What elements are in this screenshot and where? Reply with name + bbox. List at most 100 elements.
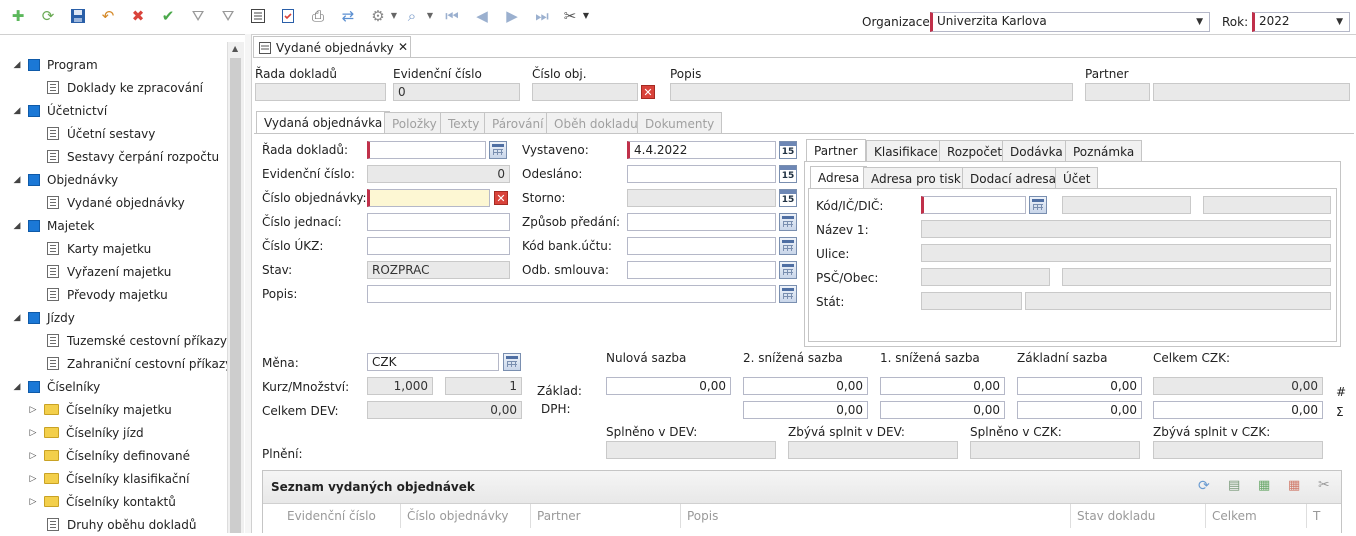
calendar-icon[interactable] xyxy=(779,237,797,255)
collapsed-arrow-icon[interactable]: ▷ xyxy=(28,405,38,415)
clear-icon[interactable]: ✕ xyxy=(494,191,508,205)
tab-parovani[interactable]: Párování xyxy=(484,112,552,134)
grid-column-header-cell[interactable]: Evidenční číslo xyxy=(281,504,401,528)
sidebar-item-ciselniky[interactable]: ◢ Číselníky xyxy=(0,375,237,398)
dph-zakladni-field[interactable]: 0,00 xyxy=(1017,401,1142,419)
tab-poznamka[interactable]: Poznámka xyxy=(1065,140,1143,162)
tab-polozky[interactable]: Položky xyxy=(384,112,445,134)
tab-vydana-objednavka[interactable]: Vydaná objednávka xyxy=(256,111,391,134)
tab-adresa-pro-tisk[interactable]: Adresa pro tisk xyxy=(863,167,969,189)
calendar-15-icon[interactable]: 15 xyxy=(779,189,797,207)
prev-icon[interactable]: ◀ xyxy=(472,6,492,26)
filter-clear-icon[interactable]: ⛛ xyxy=(218,6,238,26)
grid-column-header-cell[interactable]: Celkem xyxy=(1206,504,1307,528)
chevron-down-icon[interactable]: ▼ xyxy=(576,6,596,26)
delete-icon[interactable]: ✖ xyxy=(128,6,148,26)
dph-druha-field[interactable]: 0,00 xyxy=(743,401,868,419)
calendar-icon[interactable] xyxy=(489,141,507,159)
first-icon[interactable]: ⏮ xyxy=(442,6,462,26)
filter-icon[interactable]: ⛛ xyxy=(188,6,208,26)
sidebar-item-ucetnictvi[interactable]: ◢ Účetnictví xyxy=(0,99,237,122)
grid-column-header-cell[interactable]: Partner xyxy=(531,504,681,528)
kod-bank-field[interactable] xyxy=(627,237,776,255)
tab-ucet[interactable]: Účet xyxy=(1055,167,1099,189)
expanded-arrow-icon[interactable]: ◢ xyxy=(12,60,22,70)
expanded-arrow-icon[interactable]: ◢ xyxy=(12,221,22,231)
sidebar-item-ciselniky-definovane[interactable]: ▷ Číselníky definované xyxy=(0,444,253,467)
sidebar-item-ciselniky-kontaktu[interactable]: ▷ Číselníky kontaktů xyxy=(0,490,253,513)
calendar-15-icon[interactable]: 15 xyxy=(779,141,797,159)
ukz-field[interactable] xyxy=(367,237,510,255)
chevron-down-icon[interactable]: ▼ xyxy=(420,6,440,26)
expanded-arrow-icon[interactable]: ◢ xyxy=(12,313,22,323)
tab-adresa[interactable]: Adresa xyxy=(810,166,868,189)
zaklad-zakladni-field[interactable]: 0,00 xyxy=(1017,377,1142,395)
zpusob-field[interactable] xyxy=(627,213,776,231)
delete-row-icon[interactable]: ▦ xyxy=(1288,478,1300,493)
close-icon[interactable]: ✕ xyxy=(398,40,408,54)
tab-obeh-dokladu[interactable]: Oběh dokladu xyxy=(546,112,646,134)
tab-dodavka[interactable]: Dodávka xyxy=(1002,140,1071,162)
add-icon[interactable]: ✚ xyxy=(8,6,28,26)
splitter[interactable] xyxy=(245,34,252,533)
dph-celkem-field[interactable]: 0,00 xyxy=(1153,401,1323,419)
collapsed-arrow-icon[interactable]: ▷ xyxy=(28,474,38,484)
print-icon[interactable]: ⎙ xyxy=(308,6,328,26)
tab-dokumenty[interactable]: Dokumenty xyxy=(637,112,723,134)
list-icon[interactable] xyxy=(248,6,268,26)
sidebar-item-program[interactable]: ◢ Program xyxy=(0,53,237,76)
smlouva-field[interactable] xyxy=(627,261,776,279)
zaklad-druha-field[interactable]: 0,00 xyxy=(743,377,868,395)
check-icon[interactable]: ✔ xyxy=(158,6,178,26)
org-select[interactable]: Univerzita Karlova ▼ xyxy=(930,12,1210,32)
refresh-icon[interactable]: ⟳ xyxy=(1198,478,1210,494)
document-tab[interactable]: Vydané objednávky ✕ xyxy=(253,36,411,58)
grid-column-header-cell[interactable]: T xyxy=(1307,504,1356,528)
tab-partner[interactable]: Partner xyxy=(806,139,866,162)
calendar-icon[interactable] xyxy=(779,213,797,231)
grid-column-header-cell[interactable]: Číslo objednávky xyxy=(401,504,531,528)
vystaveno-field[interactable]: 4.4.2022 xyxy=(627,141,776,159)
popis-field[interactable] xyxy=(367,285,776,303)
calendar-15-icon[interactable]: 15 xyxy=(779,165,797,183)
zaklad-nulova-field[interactable]: 0,00 xyxy=(606,377,731,395)
calendar-icon[interactable] xyxy=(779,285,797,303)
dph-prvni-field[interactable]: 0,00 xyxy=(880,401,1005,419)
next-icon[interactable]: ▶ xyxy=(502,6,522,26)
expanded-arrow-icon[interactable]: ◢ xyxy=(12,106,22,116)
tab-klasifikace[interactable]: Klasifikace xyxy=(866,140,946,162)
expanded-arrow-icon[interactable]: ◢ xyxy=(12,382,22,392)
scroll-up-icon[interactable]: ▲ xyxy=(232,44,238,53)
scrollbar-thumb[interactable] xyxy=(230,58,241,533)
calendar-icon[interactable] xyxy=(779,261,797,279)
year-select[interactable]: 2022 ▼ xyxy=(1252,12,1350,32)
kod-ic-dic-field[interactable] xyxy=(921,196,1026,214)
sidebar-item-ciselniky-jizd[interactable]: ▷ Číselníky jízd xyxy=(0,421,253,444)
grid-column-header-cell[interactable]: Stav dokladu xyxy=(1071,504,1206,528)
tab-dodaci-adresa[interactable]: Dodací adresa xyxy=(962,167,1064,189)
sync-icon[interactable]: ⇄ xyxy=(338,6,358,26)
calendar-icon[interactable] xyxy=(1029,196,1047,214)
cislo-objednavky-field[interactable] xyxy=(367,189,490,207)
rada-field[interactable] xyxy=(367,141,486,159)
sidebar-scrollbar[interactable]: ▲ xyxy=(227,42,244,533)
jednaci-field[interactable] xyxy=(367,213,510,231)
odeslano-field[interactable] xyxy=(627,165,776,183)
save-icon[interactable] xyxy=(68,6,88,26)
collapsed-arrow-icon[interactable]: ▷ xyxy=(28,451,38,461)
tools-icon[interactable]: ✂ xyxy=(1318,477,1330,493)
collapsed-arrow-icon[interactable]: ▷ xyxy=(28,428,38,438)
chevron-down-icon[interactable]: ▼ xyxy=(1336,17,1343,27)
collapsed-arrow-icon[interactable]: ▷ xyxy=(28,497,38,507)
expanded-arrow-icon[interactable]: ◢ xyxy=(12,175,22,185)
chevron-down-icon[interactable]: ▼ xyxy=(1196,17,1203,27)
refresh-icon[interactable]: ⟳ xyxy=(38,6,58,26)
grid-column-header-cell[interactable]: Popis xyxy=(681,504,1071,528)
clear-icon[interactable]: ✕ xyxy=(641,85,655,99)
tab-rozpocet[interactable]: Rozpočet xyxy=(939,140,1011,162)
preview-icon[interactable]: ⌕ xyxy=(402,6,422,26)
checklist-icon[interactable] xyxy=(278,6,298,26)
last-icon[interactable]: ⏭ xyxy=(532,6,552,26)
mena-field[interactable]: CZK xyxy=(367,353,499,371)
add-row-icon[interactable]: ▦ xyxy=(1258,478,1270,493)
